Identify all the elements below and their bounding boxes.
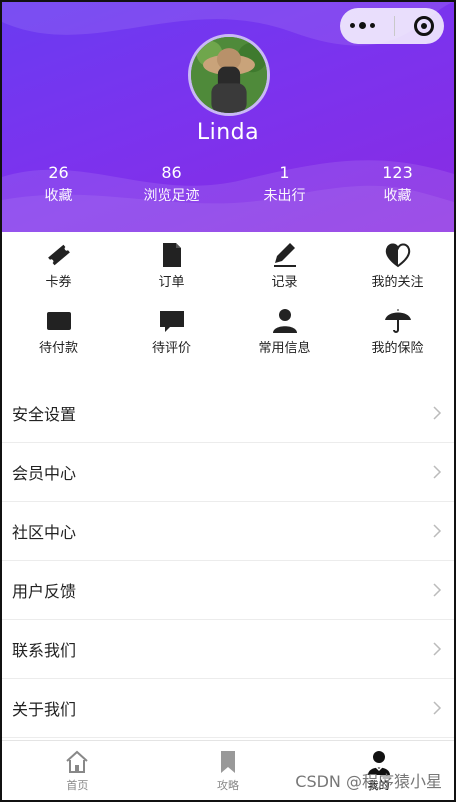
shortcut-orders[interactable]: 订单 <box>115 240 228 292</box>
shortcut-label: 待付款 <box>38 341 78 356</box>
chevron-right-icon <box>433 406 442 420</box>
shortcut-label: 订单 <box>158 275 185 290</box>
stat-label: 收藏 <box>44 188 73 204</box>
comment-icon <box>159 311 184 332</box>
tab-label: 首页 <box>66 778 89 792</box>
pen-icon <box>273 243 296 267</box>
tab-label: 攻略 <box>217 778 239 792</box>
list-item-about[interactable]: 关于我们 <box>2 679 454 738</box>
bookmark-icon <box>221 750 235 773</box>
shortcut-coupons[interactable]: 卡券 <box>2 240 115 292</box>
ticket-icon <box>47 244 70 266</box>
settings-list: 安全设置 会员中心 社区中心 用户反馈 联系我们 关于我们 <box>2 384 454 738</box>
list-item-security[interactable]: 安全设置 <box>2 384 454 443</box>
card-icon <box>46 312 71 330</box>
list-item-label: 安全设置 <box>12 405 77 424</box>
shortcut-pending-payment[interactable]: 待付款 <box>2 306 115 358</box>
shortcut-pending-review[interactable]: 待评价 <box>115 306 228 358</box>
mini-program-capsule <box>340 8 444 44</box>
heart-icon <box>385 243 410 268</box>
list-item-community[interactable]: 社区中心 <box>2 502 454 561</box>
shortcut-grid: 卡券 订单 记录 我的关注 待付款 待评价 常用信息 我的保险 <box>2 240 454 358</box>
stat-value: 26 <box>48 163 69 182</box>
tab-home[interactable]: 首页 <box>2 741 153 800</box>
stat-label: 浏览足迹 <box>143 188 200 204</box>
list-item-label: 社区中心 <box>12 523 77 542</box>
shortcut-label: 我的关注 <box>371 275 424 290</box>
stat-value: 1 <box>279 163 290 182</box>
chevron-right-icon <box>433 583 442 597</box>
stat-history[interactable]: 86 浏览足迹 <box>115 162 228 208</box>
shortcut-common-info[interactable]: 常用信息 <box>228 306 341 358</box>
stat-value: 123 <box>382 163 413 182</box>
shortcut-label: 卡券 <box>45 275 72 290</box>
stat-upcoming-trips[interactable]: 1 未出行 <box>228 162 341 208</box>
app-frame: Linda 26 收藏 86 浏览足迹 1 未出行 123 收藏 卡券 订单 记… <box>0 0 456 802</box>
stat-favorites[interactable]: 26 收藏 <box>2 162 115 208</box>
close-target-icon[interactable] <box>414 16 435 36</box>
home-icon <box>66 750 88 773</box>
watermark-text: CSDN @程序猿小星 <box>295 772 442 791</box>
tab-guides[interactable]: 攻略 <box>153 741 304 800</box>
profile-header: Linda 26 收藏 86 浏览足迹 1 未出行 123 收藏 <box>2 2 454 232</box>
stat-label: 未出行 <box>263 188 306 204</box>
shortcut-label: 我的保险 <box>371 341 424 356</box>
chevron-right-icon <box>433 701 442 715</box>
stats-row: 26 收藏 86 浏览足迹 1 未出行 123 收藏 <box>2 162 454 208</box>
avatar[interactable] <box>188 34 270 116</box>
list-item-label: 关于我们 <box>12 700 77 719</box>
shortcut-follows[interactable]: 我的关注 <box>341 240 454 292</box>
shortcut-records[interactable]: 记录 <box>228 240 341 292</box>
umbrella-icon <box>384 309 411 333</box>
stat-value: 86 <box>161 163 182 182</box>
capsule-divider <box>393 16 395 36</box>
list-item-feedback[interactable]: 用户反馈 <box>2 561 454 620</box>
username: Linda <box>196 120 260 145</box>
stat-label: 收藏 <box>383 188 412 204</box>
shortcut-insurance[interactable]: 我的保险 <box>341 306 454 358</box>
shortcut-label: 待评价 <box>151 341 191 356</box>
list-item-label: 会员中心 <box>12 464 77 483</box>
list-item-contact[interactable]: 联系我们 <box>2 620 454 679</box>
shortcut-label: 记录 <box>271 275 298 290</box>
chevron-right-icon <box>433 465 442 479</box>
list-item-membership[interactable]: 会员中心 <box>2 443 454 502</box>
chevron-right-icon <box>433 642 442 656</box>
avatar-photo <box>191 37 267 113</box>
stat-favorites-2[interactable]: 123 收藏 <box>341 162 454 208</box>
shortcut-label: 常用信息 <box>258 341 311 356</box>
chevron-right-icon <box>433 524 442 538</box>
list-item-label: 用户反馈 <box>12 582 77 601</box>
list-item-label: 联系我们 <box>12 641 77 660</box>
more-dots-icon[interactable] <box>349 22 375 29</box>
order-icon <box>162 243 181 267</box>
person-icon <box>272 309 297 333</box>
